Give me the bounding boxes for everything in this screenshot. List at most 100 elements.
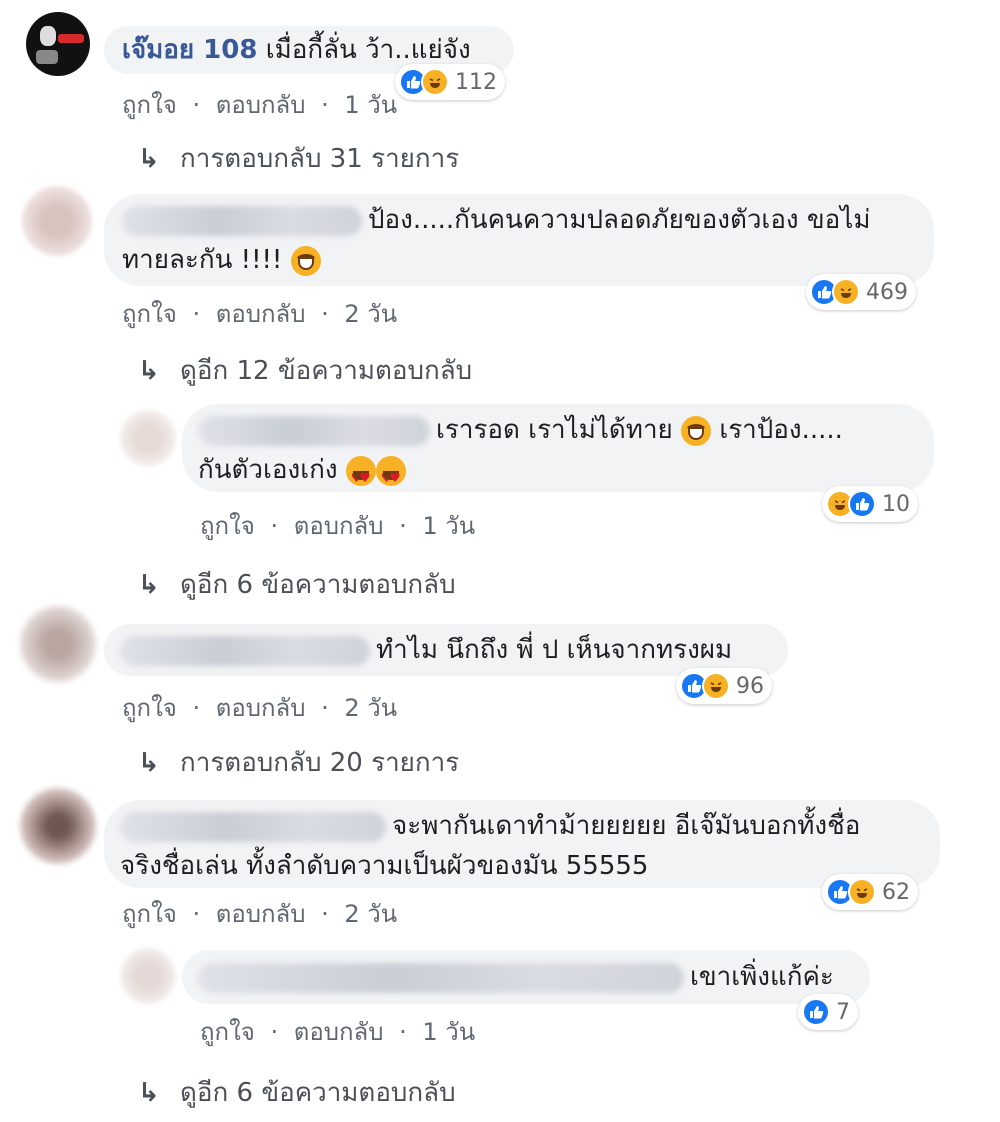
comment-text: ทายละกัน !!!! [122, 245, 283, 275]
reply-text: เรารอด เราไม่ได้ทาย [436, 415, 673, 445]
separator: · [270, 1018, 279, 1046]
reply-text: กันตัวเองเก่ง [198, 455, 338, 485]
blurred-author [198, 962, 684, 993]
reply-bubble: เรารอด เราไม่ได้ทาย เราป้อง..... กันตัวเ… [182, 404, 934, 499]
comment-timestamp[interactable]: 1 วัน [344, 91, 397, 119]
blurred-author [120, 635, 370, 666]
reaction-summary[interactable]: 469 [806, 274, 916, 310]
reply-arrow-icon: ↳ [138, 1078, 160, 1108]
separator: · [270, 512, 279, 540]
comment-text: ป้อง.....กันคนความปลอดภัยของตัวเอง ขอไม่ [368, 205, 871, 235]
reply-text: เราป้อง..... [719, 415, 843, 445]
reply-arrow-icon: ↳ [138, 356, 160, 386]
separator: · [321, 300, 329, 328]
reaction-summary[interactable]: 62 [822, 874, 918, 910]
reply-actions: ถูกใจ · ตอบกลับ · 1 วัน [200, 1012, 475, 1051]
blurred-author [198, 415, 430, 446]
avatar[interactable] [20, 606, 96, 682]
like-action[interactable]: ถูกใจ [122, 900, 177, 928]
reaction-count: 7 [836, 999, 850, 1025]
view-more-replies-link[interactable]: ↳ ดูอีก 12 ข้อความตอบกลับ [138, 350, 472, 391]
comment-bubble: จะพากันเดาทำม้ายยยยย อีเจ๊มันบอกทั้งชื่อ… [104, 800, 940, 888]
haha-icon [848, 878, 876, 906]
blurred-author [120, 811, 386, 842]
comment-actions: ถูกใจ · ตอบกลับ · 2 วัน [122, 894, 397, 933]
comment-timestamp[interactable]: 2 วัน [344, 300, 397, 328]
comment-text: จะพากันเดาทำม้ายยยยย อีเจ๊มันบอกทั้งชื่อ [392, 811, 861, 841]
reply-actions: ถูกใจ · ตอบกลับ · 1 วัน [200, 506, 475, 545]
like-action[interactable]: ถูกใจ [200, 512, 255, 540]
comment-bubble: ป้อง.....กันคนความปลอดภัยของตัวเอง ขอไม่… [104, 194, 934, 286]
separator: · [321, 900, 329, 928]
reply-action[interactable]: ตอบกลับ [216, 694, 306, 722]
view-replies-link[interactable]: ↳ การตอบกลับ 20 รายการ [138, 742, 459, 783]
view-replies-link[interactable]: ↳ การตอบกลับ 31 รายการ [138, 138, 459, 179]
reaction-count: 10 [882, 491, 910, 517]
avatar[interactable] [120, 948, 176, 1004]
blurred-author [122, 205, 362, 236]
reply-action[interactable]: ตอบกลับ [216, 900, 306, 928]
separator: · [192, 900, 201, 928]
haha-icon [702, 672, 730, 700]
reaction-summary[interactable]: 96 [676, 668, 772, 704]
view-replies-label: ดูอีก 6 ข้อความตอบกลับ [180, 1078, 456, 1108]
reaction-summary[interactable]: 7 [798, 994, 858, 1030]
like-action[interactable]: ถูกใจ [122, 91, 177, 119]
separator: · [192, 694, 201, 722]
separator: · [399, 512, 407, 540]
like-action[interactable]: ถูกใจ [122, 694, 177, 722]
comment-timestamp[interactable]: 2 วัน [344, 900, 397, 928]
reply-action[interactable]: ตอบกลับ [294, 512, 384, 540]
reaction-summary[interactable]: 10 [822, 486, 918, 522]
comment-text: เมื่อกี้ลั่น ว้า..แย่จัง [265, 35, 471, 65]
separator: · [192, 91, 201, 119]
comment-bubble: ทำไม นึกถึง พี่ ป เห็นจากทรงผม [104, 624, 788, 676]
reply-action[interactable]: ตอบกลับ [216, 91, 306, 119]
reaction-count: 469 [866, 279, 908, 305]
like-action[interactable]: ถูกใจ [122, 300, 177, 328]
view-replies-label: การตอบกลับ 20 รายการ [180, 748, 460, 778]
haha-icon [421, 68, 449, 96]
avatar[interactable] [120, 410, 176, 466]
reply-arrow-icon: ↳ [138, 570, 160, 600]
reply-arrow-icon: ↳ [138, 144, 160, 174]
avatar[interactable] [26, 12, 90, 76]
comment-text: จริงชื่อเล่น ทั้งลำดับความเป็นผัวของมัน … [120, 851, 649, 881]
reaction-count: 96 [736, 673, 764, 699]
reply-text: เขาเพิ่งแก้ค่ะ [690, 962, 834, 992]
like-icon [848, 490, 876, 518]
reaction-count: 62 [882, 879, 910, 905]
comment-actions: ถูกใจ · ตอบกลับ · 2 วัน [122, 688, 397, 727]
view-replies-label: ดูอีก 12 ข้อความตอบกลับ [180, 356, 473, 386]
comment-author[interactable]: เจ๊มอย 108 [122, 35, 257, 65]
view-replies-label: การตอบกลับ 31 รายการ [180, 144, 460, 174]
reply-timestamp[interactable]: 1 วัน [422, 1018, 475, 1046]
comment-text: ทำไม นึกถึง พี่ ป เห็นจากทรงผม [376, 635, 733, 665]
comment-actions: ถูกใจ · ตอบกลับ · 2 วัน [122, 294, 397, 333]
reaction-summary[interactable]: 112 [395, 64, 505, 100]
avatar[interactable] [20, 788, 96, 864]
like-icon [802, 998, 830, 1026]
like-action[interactable]: ถูกใจ [200, 1018, 255, 1046]
view-more-replies-link[interactable]: ↳ ดูอีก 6 ข้อความตอบกลับ [138, 564, 456, 605]
avatar[interactable] [22, 186, 92, 256]
heart-eyes-emoji-icon [345, 455, 376, 499]
separator: · [321, 694, 329, 722]
reaction-count: 112 [455, 69, 497, 95]
view-replies-label: ดูอีก 6 ข้อความตอบกลับ [180, 570, 456, 600]
reply-timestamp[interactable]: 1 วัน [422, 512, 475, 540]
grin-emoji-icon [290, 245, 321, 276]
reply-action[interactable]: ตอบกลับ [216, 300, 306, 328]
view-more-replies-link[interactable]: ↳ ดูอีก 6 ข้อความตอบกลับ [138, 1072, 456, 1113]
separator: · [321, 91, 329, 119]
reply-action[interactable]: ตอบกลับ [294, 1018, 384, 1046]
separator: · [399, 1018, 407, 1046]
haha-icon [832, 278, 860, 306]
reply-bubble: เขาเพิ่งแก้ค่ะ [182, 950, 870, 1004]
heart-eyes-emoji-icon [375, 455, 406, 499]
separator: · [192, 300, 201, 328]
grin-emoji-icon [681, 415, 712, 446]
comment-timestamp[interactable]: 2 วัน [344, 694, 397, 722]
reply-arrow-icon: ↳ [138, 748, 160, 778]
comment-actions: ถูกใจ · ตอบกลับ · 1 วัน [122, 85, 397, 124]
